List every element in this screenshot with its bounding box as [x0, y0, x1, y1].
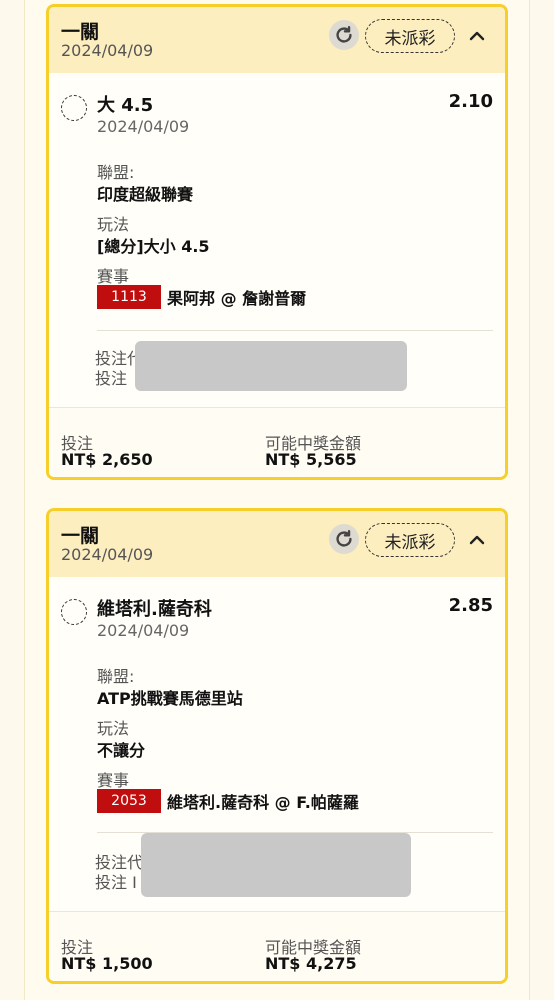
status-badge: 未派彩	[365, 523, 455, 557]
league-label: 聯盟:	[97, 163, 135, 182]
payout-value: NT$ 5,565	[265, 450, 357, 469]
dashed-radio-icon[interactable]	[61, 599, 87, 625]
selection-date: 2024/04/09	[97, 621, 190, 640]
market-value: [總分]大小 4.5	[97, 237, 210, 256]
card-header[interactable]: 一關 2024/04/09 未派彩	[49, 7, 505, 73]
market-label: 玩法	[97, 215, 130, 234]
card-footer: 投注 NT$ 2,650 可能中獎金額 NT$ 5,565	[49, 407, 505, 477]
card-body: 維塔利.薩奇科 2.85 2024/04/09 聯盟: ATP挑戰賽馬德里站 玩…	[49, 577, 505, 911]
status-badge: 未派彩	[365, 19, 455, 53]
dashed-radio-icon[interactable]	[61, 95, 87, 121]
payout-value: NT$ 4,275	[265, 954, 357, 973]
league-value: ATP挑戰賽馬德里站	[97, 689, 243, 708]
bet-card: 一關 2024/04/09 未派彩 維塔利.薩奇科 2.85 2024/04/0…	[46, 508, 508, 984]
market-label: 玩法	[97, 719, 130, 738]
event-label: 賽事	[97, 267, 130, 286]
bet-card: 一關 2024/04/09 未派彩 大 4.5 2.10 2024/04/09 …	[46, 4, 508, 480]
bet-meta-line: 投注代	[95, 853, 144, 872]
event-label: 賽事	[97, 771, 130, 790]
bet-meta: 投注代 投注 I	[95, 853, 143, 893]
divider	[97, 330, 493, 331]
refresh-button[interactable]	[329, 524, 359, 554]
bet-meta-line: 投注 I	[95, 873, 137, 892]
bet-date: 2024/04/09	[61, 41, 154, 60]
event-name: 維塔利.薩奇科 @ F.帕薩羅	[167, 793, 359, 812]
bet-date: 2024/04/09	[61, 545, 154, 564]
bet-type-title: 一關	[61, 525, 100, 547]
stake-value: NT$ 1,500	[61, 954, 153, 973]
league-value: 印度超級聯賽	[97, 185, 194, 204]
collapse-button[interactable]	[463, 526, 491, 554]
selection-name: 維塔利.薩奇科	[97, 599, 212, 620]
card-footer: 投注 NT$ 1,500 可能中獎金額 NT$ 4,275	[49, 911, 505, 981]
refresh-button[interactable]	[329, 20, 359, 50]
league-label: 聯盟:	[97, 667, 135, 686]
stake-value: NT$ 2,650	[61, 450, 153, 469]
selection-odds: 2.10	[448, 91, 493, 112]
chevron-up-icon	[469, 31, 485, 41]
event-code-badge: 2053	[97, 789, 161, 813]
event-row: 1113 果阿邦 @ 詹謝普爾	[97, 285, 306, 309]
market-value: 不讓分	[97, 741, 146, 760]
event-name: 果阿邦 @ 詹謝普爾	[167, 289, 307, 308]
redacted-block	[141, 833, 411, 897]
chevron-up-icon	[469, 535, 485, 545]
selection-date: 2024/04/09	[97, 117, 190, 136]
selection-name: 大 4.5	[97, 95, 154, 116]
redacted-block	[135, 341, 407, 391]
selection-odds: 2.85	[448, 595, 493, 616]
refresh-icon	[336, 530, 352, 547]
event-code-badge: 1113	[97, 285, 161, 309]
event-row: 2053 維塔利.薩奇科 @ F.帕薩羅	[97, 789, 359, 813]
card-header[interactable]: 一關 2024/04/09 未派彩	[49, 511, 505, 577]
collapse-button[interactable]	[463, 22, 491, 50]
bet-type-title: 一關	[61, 21, 100, 43]
refresh-icon	[336, 26, 352, 43]
card-body: 大 4.5 2.10 2024/04/09 聯盟: 印度超級聯賽 玩法 [總分]…	[49, 73, 505, 407]
